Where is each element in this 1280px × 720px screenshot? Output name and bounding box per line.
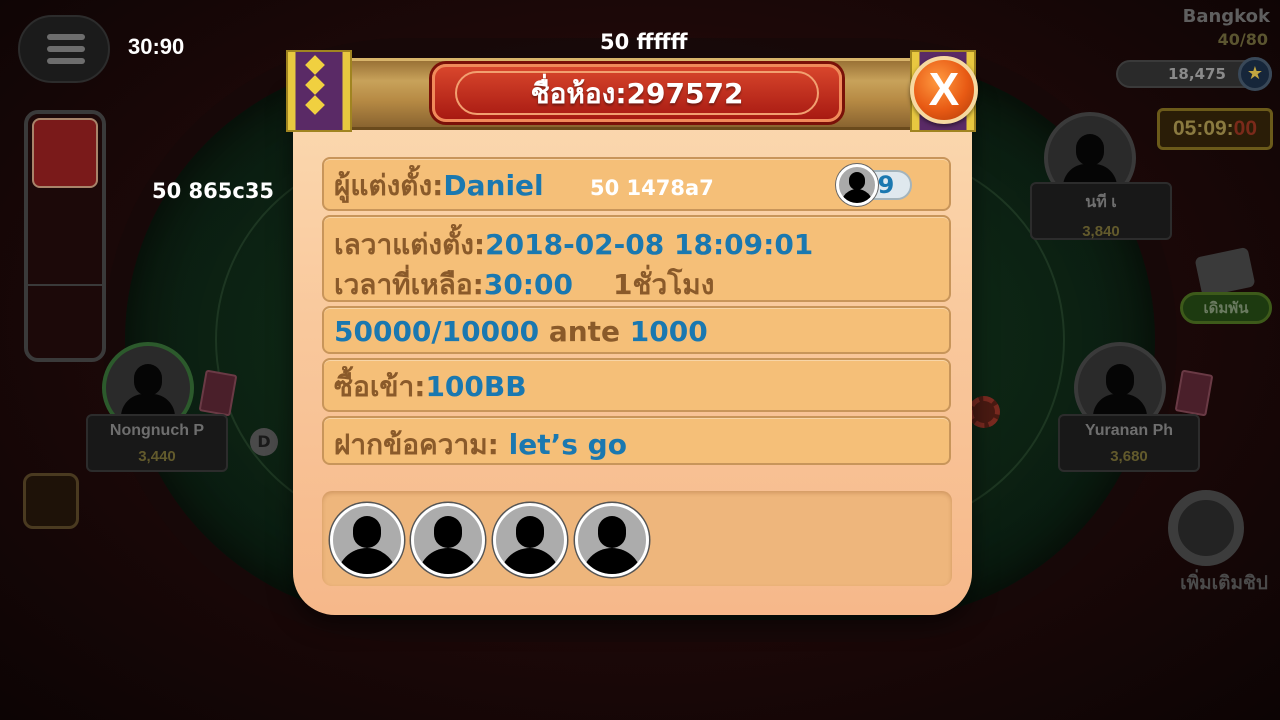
room-title: ชื่อห้อง:297572 xyxy=(455,71,819,115)
left-pillar-ornament xyxy=(286,50,352,132)
game-clock: 05:09:00 xyxy=(1157,108,1273,150)
created-value: 2018-02-08 18:09:01 xyxy=(485,228,814,261)
buyin-value: 100BB xyxy=(425,370,527,403)
hole-cards-icon xyxy=(1174,369,1214,417)
host-name[interactable]: Daniel xyxy=(443,169,543,202)
blinds-value: 50000/10000 xyxy=(334,315,540,348)
city-label: Bangkok xyxy=(1182,6,1270,27)
invite-side-panel xyxy=(24,110,106,362)
dice-icon xyxy=(1194,246,1256,298)
message-row: ฝากข้อความ: let’s go xyxy=(322,416,951,465)
buyin-label: ซื้อเข้า: xyxy=(334,370,426,403)
buyin-row: ซื้อเข้า:100BB xyxy=(322,358,951,412)
debug-label-inline: 50 1478a7 xyxy=(590,176,714,200)
message-value: let’s go xyxy=(508,428,627,461)
room-title-plaque: ชื่อห้อง:297572 xyxy=(432,64,842,122)
add-chips-button[interactable] xyxy=(1168,490,1244,566)
member-avatar[interactable] xyxy=(330,503,404,577)
bet-dice-button[interactable]: เดิมพัน xyxy=(1180,246,1272,326)
seat-nameplate: นที เ 3,840 xyxy=(1030,182,1172,240)
remaining-label: เวลาที่เหลือ: xyxy=(334,268,484,301)
host-label: ผู้แต่งตั้ง: xyxy=(334,169,444,202)
star-icon[interactable]: ★ xyxy=(1238,57,1272,91)
card-wallet-button[interactable] xyxy=(23,473,79,529)
add-chips-label: เพิ่มเติมชิป xyxy=(1180,572,1268,594)
dealer-button: D xyxy=(250,428,278,456)
member-count-badge: 9 xyxy=(836,164,912,206)
seat-nameplate: Yuranan Ph 3,680 xyxy=(1058,414,1200,472)
chip-balance-value: 18,475 xyxy=(1168,65,1226,83)
member-avatar-icon xyxy=(836,164,878,206)
blinds-row: 50000/10000 ante 1000 xyxy=(322,306,951,354)
seat-nameplate: Nongnuch P 3,440 xyxy=(86,414,228,472)
menu-button[interactable] xyxy=(18,15,110,83)
created-label: เลวาแต่งตั้ง: xyxy=(334,228,486,261)
turn-timer: 30:90 xyxy=(128,34,185,59)
invite-friend-button[interactable] xyxy=(32,118,98,188)
time-row: เลวาแต่งตั้ง:2018-02-08 18:09:01 เวลาที่… xyxy=(322,215,951,302)
duration-value: 1ชั่วโมง xyxy=(612,268,715,301)
member-avatar[interactable] xyxy=(575,503,649,577)
member-avatar[interactable] xyxy=(493,503,567,577)
remaining-value: 30:00 xyxy=(483,268,573,301)
player-count: 40/80 xyxy=(1217,30,1268,49)
member-avatar[interactable] xyxy=(411,503,485,577)
poker-chip-icon xyxy=(968,396,1000,428)
debug-label-left: 50 865c35 xyxy=(152,179,275,203)
chip-balance: 18,475 ★ xyxy=(1116,57,1272,91)
menu-icon xyxy=(47,34,85,40)
ante-value: 1000 xyxy=(629,315,708,348)
ante-label: ante xyxy=(548,315,621,348)
message-label: ฝากข้อความ: xyxy=(334,428,499,461)
debug-label-top: 50 ffffff xyxy=(600,30,688,54)
close-button[interactable]: X xyxy=(910,56,978,124)
